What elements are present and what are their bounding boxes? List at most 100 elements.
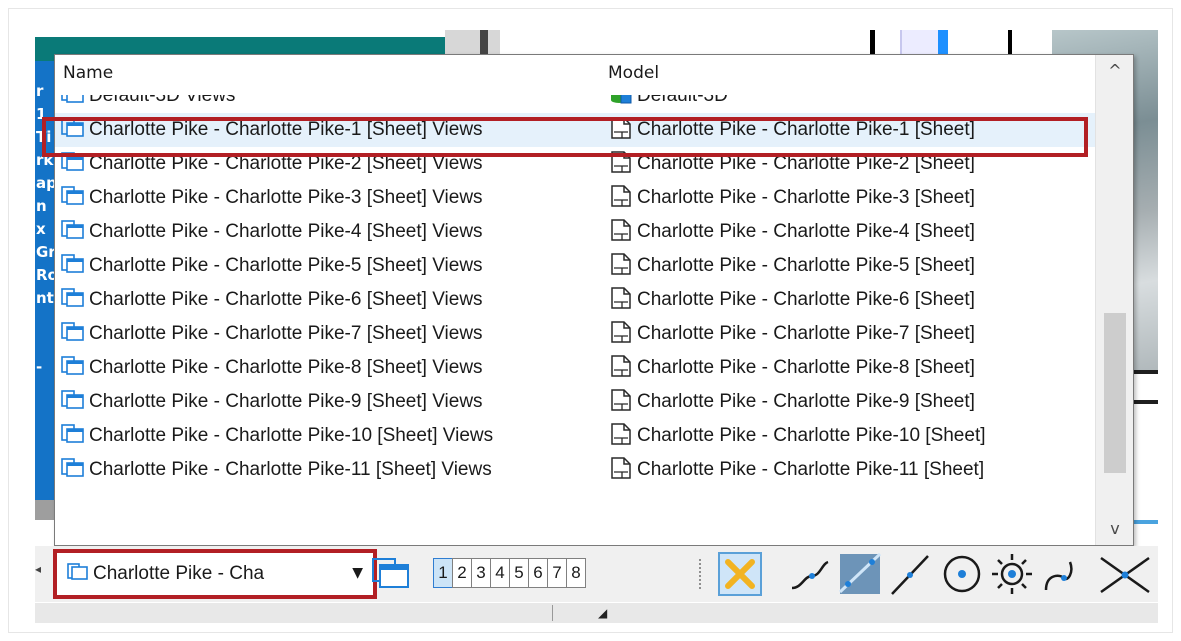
background-marker [938, 30, 948, 56]
view-group-icon [61, 118, 84, 137]
list-item[interactable]: Charlotte Pike - Charlotte Pike-3 [Sheet… [55, 181, 1095, 215]
status-strip [35, 603, 1158, 623]
scroll-down-button[interactable]: v [1096, 515, 1133, 543]
sun-gear-icon[interactable] [990, 552, 1034, 596]
toolbar-grip[interactable]: ◂ [35, 562, 43, 586]
line-tool-icon[interactable] [888, 552, 932, 596]
background-divider [480, 30, 488, 56]
list-item[interactable]: Charlotte Pike - Charlotte Pike-1 [Sheet… [55, 113, 1095, 147]
view-number-button-6[interactable]: 6 [528, 558, 548, 588]
view-group-icon [61, 424, 84, 443]
view-group-dropdown-list[interactable]: Name Model Default-3D Views Default-3D C… [54, 54, 1134, 546]
view-group-icon [61, 322, 84, 341]
model-name-text: Charlotte Pike - Charlotte Pike-11 [Shee… [637, 459, 985, 480]
sheet-icon [611, 287, 631, 309]
list-item[interactable]: Charlotte Pike - Charlotte Pike-2 [Sheet… [55, 147, 1095, 181]
sheet-icon [611, 355, 631, 377]
view-group-icon [61, 458, 84, 477]
view-group-name-text: Charlotte Pike - Charlotte Pike-2 [Sheet… [89, 153, 483, 174]
view-group-name: Default-3D Views [61, 95, 235, 111]
model-name: Charlotte Pike - Charlotte Pike-4 [Sheet… [609, 219, 975, 247]
sheet-icon [611, 185, 631, 207]
view-group-combo-text: Charlotte Pike - Cha [93, 563, 265, 584]
model-name: Charlotte Pike - Charlotte Pike-9 [Sheet… [609, 389, 975, 417]
area-pattern-icon[interactable] [838, 552, 882, 596]
list-item[interactable]: Default-3D Views Default-3D [55, 95, 1095, 113]
model-name: Charlotte Pike - Charlotte Pike-3 [Sheet… [609, 185, 975, 213]
view-group-icon [61, 220, 84, 239]
view-group-name-text: Default-3D Views [89, 95, 236, 106]
model-name: Charlotte Pike - Charlotte Pike-8 [Sheet… [609, 355, 975, 383]
view-group-icon [61, 390, 84, 409]
list-item[interactable]: Charlotte Pike - Charlotte Pike-5 [Sheet… [55, 249, 1095, 283]
view-number-button-3[interactable]: 3 [471, 558, 491, 588]
model-name-text: Charlotte Pike - Charlotte Pike-8 [Sheet… [637, 357, 975, 378]
model-name-text: Charlotte Pike - Charlotte Pike-5 [Sheet… [637, 255, 975, 276]
list-item[interactable]: Charlotte Pike - Charlotte Pike-9 [Sheet… [55, 385, 1095, 419]
model-name-text: Charlotte Pike - Charlotte Pike-3 [Sheet… [637, 187, 975, 208]
view-number-button-2[interactable]: 2 [452, 558, 472, 588]
scroll-thumb[interactable] [1104, 313, 1126, 473]
list-item[interactable]: Charlotte Pike - Charlotte Pike-6 [Sheet… [55, 283, 1095, 317]
column-header-name[interactable]: Name [63, 59, 113, 87]
circle-tool-icon[interactable] [940, 552, 984, 596]
view-group-name-text: Charlotte Pike - Charlotte Pike-6 [Sheet… [89, 289, 483, 310]
sheet-icon [611, 389, 631, 411]
list-item[interactable]: Charlotte Pike - Charlotte Pike-4 [Sheet… [55, 215, 1095, 249]
background-divider [870, 30, 875, 56]
model-name: Charlotte Pike - Charlotte Pike-1 [Sheet… [609, 117, 975, 145]
background-accent-line [1130, 520, 1158, 524]
background-divider [1008, 30, 1012, 56]
curve-tool-icon[interactable] [788, 552, 832, 596]
sheet-icon [611, 253, 631, 275]
sheet-icon [611, 423, 631, 445]
model-name-text: Charlotte Pike - Charlotte Pike-10 [Shee… [637, 425, 986, 446]
vertical-scrollbar[interactable]: ^ v [1095, 55, 1133, 545]
view-group-name-text: Charlotte Pike - Charlotte Pike-9 [Sheet… [89, 391, 483, 412]
intersect-tool-icon[interactable] [1095, 552, 1155, 596]
view-number-button-8[interactable]: 8 [566, 558, 586, 588]
model-name: Charlotte Pike - Charlotte Pike-5 [Sheet… [609, 253, 975, 281]
sheet-icon [611, 117, 631, 139]
sheet-icon [611, 457, 631, 479]
model-name: Charlotte Pike - Charlotte Pike-10 [Shee… [609, 423, 986, 451]
clear-x-icon[interactable] [718, 552, 762, 596]
list-item[interactable]: Charlotte Pike - Charlotte Pike-11 [Shee… [55, 453, 1095, 487]
view-group-name: Charlotte Pike - Charlotte Pike-10 [Shee… [61, 423, 493, 451]
toolbar-separator [698, 558, 702, 590]
view-group-name: Charlotte Pike - Charlotte Pike-1 [Sheet… [61, 117, 483, 145]
view-number-buttons: 12345678 [433, 558, 586, 588]
list-item[interactable]: Charlotte Pike - Charlotte Pike-10 [Shee… [55, 419, 1095, 453]
view-group-combo[interactable]: Charlotte Pike - Cha ▼ [53, 549, 377, 599]
model-name: Charlotte Pike - Charlotte Pike-6 [Sheet… [609, 287, 975, 315]
view-group-name-text: Charlotte Pike - Charlotte Pike-5 [Sheet… [89, 255, 483, 276]
list-item[interactable]: Charlotte Pike - Charlotte Pike-8 [Sheet… [55, 351, 1095, 385]
view-group-name-text: Charlotte Pike - Charlotte Pike-7 [Sheet… [89, 323, 483, 344]
view-number-button-1[interactable]: 1 [433, 558, 453, 588]
status-separator [552, 605, 553, 621]
view-number-button-5[interactable]: 5 [509, 558, 529, 588]
cylinder-3d-model-icon [611, 95, 632, 104]
sheet-icon [611, 219, 631, 241]
arc-tool-icon[interactable] [1040, 552, 1084, 596]
view-group-icon [61, 95, 84, 103]
view-group-rows: Default-3D Views Default-3D Charlotte Pi… [55, 95, 1095, 487]
model-name-text: Charlotte Pike - Charlotte Pike-1 [Sheet… [637, 119, 975, 140]
model-name-text: Charlotte Pike - Charlotte Pike-9 [Sheet… [637, 391, 975, 412]
view-group-name-text: Charlotte Pike - Charlotte Pike-1 [Sheet… [89, 119, 483, 140]
chevron-down-icon[interactable]: ▼ [352, 565, 363, 581]
scroll-up-button[interactable]: ^ [1096, 57, 1133, 85]
view-toolbar: ◂ Charlotte Pike - Cha ▼ 12345678 [35, 546, 1158, 602]
view-group-name-text: Charlotte Pike - Charlotte Pike-11 [Shee… [89, 459, 492, 480]
column-header-model[interactable]: Model [608, 59, 659, 87]
view-group-name-text: Charlotte Pike - Charlotte Pike-8 [Sheet… [89, 357, 483, 378]
view-group-name: Charlotte Pike - Charlotte Pike-6 [Sheet… [61, 287, 483, 315]
view-number-button-7[interactable]: 7 [547, 558, 567, 588]
views-icon[interactable] [371, 556, 411, 592]
list-item[interactable]: Charlotte Pike - Charlotte Pike-7 [Sheet… [55, 317, 1095, 351]
background-side-panel-text: r 1 Ti rk ap n x Gr Ro nt - [36, 82, 54, 376]
view-group-combo-value: Charlotte Pike - Cha [67, 563, 264, 585]
view-number-button-4[interactable]: 4 [490, 558, 510, 588]
background-canvas-strip [500, 30, 860, 56]
view-group-icon [61, 152, 84, 171]
